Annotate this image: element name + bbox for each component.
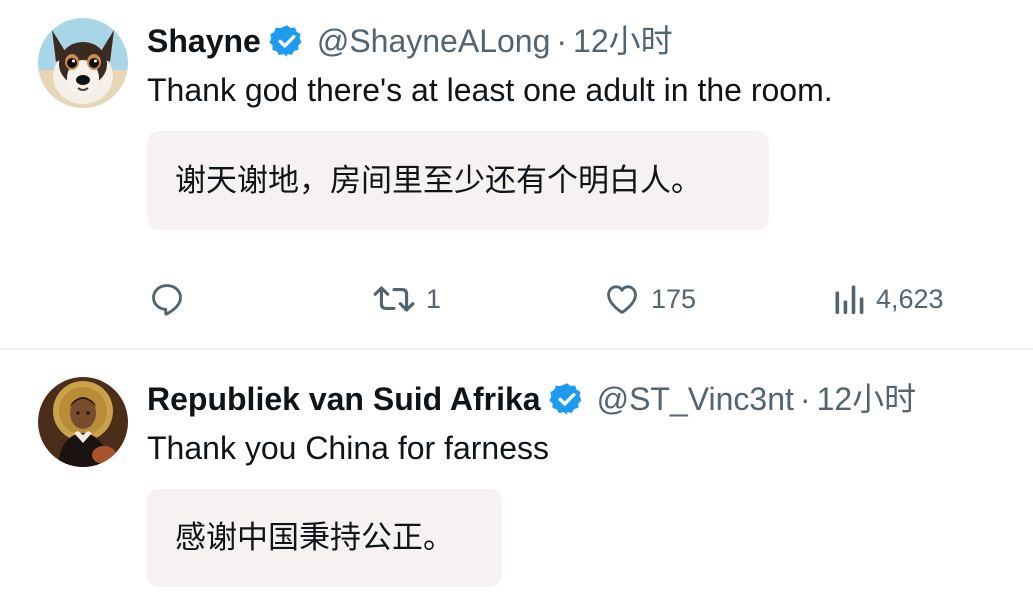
- tweet-header: Republiek van Suid Afrika @ST_Vinc3nt · …: [147, 379, 916, 419]
- reply-icon: [152, 284, 182, 316]
- retweet-button[interactable]: 1: [372, 276, 441, 322]
- user-handle[interactable]: @ST_Vinc3nt: [597, 379, 794, 419]
- like-count: 175: [651, 283, 697, 314]
- tweet-actions: 1 175 4,623: [0, 276, 1033, 322]
- saint-portrait-avatar-image: [38, 377, 128, 467]
- translation-box: 谢天谢地，房间里至少还有个明白人。: [147, 131, 769, 230]
- reply-button[interactable]: [148, 276, 196, 322]
- like-button[interactable]: 175: [603, 276, 696, 322]
- views-bar-chart-icon: [835, 285, 864, 314]
- views-count: 4,623: [876, 283, 944, 314]
- user-handle[interactable]: @ShayneALong: [317, 21, 551, 61]
- display-name[interactable]: Shayne: [147, 21, 261, 61]
- translation-text: 谢天谢地，房间里至少还有个明白人。: [175, 162, 702, 198]
- verified-badge-icon: [548, 381, 585, 417]
- separator-dot: ·: [556, 23, 568, 59]
- translation-box: 感谢中国秉持公正。: [147, 489, 502, 587]
- views-button[interactable]: 4,623: [832, 276, 944, 322]
- dog-avatar-image: [38, 18, 128, 108]
- avatar[interactable]: [38, 18, 128, 108]
- tweet-text: Thank you China for farness: [147, 430, 549, 466]
- tweet[interactable]: Shayne @ShayneALong · 12小时 Thank god the…: [0, 0, 1033, 348]
- timestamp[interactable]: 12小时: [817, 379, 917, 419]
- timestamp[interactable]: 12小时: [573, 21, 673, 61]
- tweet-header: Shayne @ShayneALong · 12小时: [147, 21, 673, 61]
- retweet-count: 1: [426, 283, 442, 314]
- tweet-text: Thank god there's at least one adult in …: [147, 72, 833, 108]
- display-name[interactable]: Republiek van Suid Afrika: [147, 379, 541, 419]
- retweet-icon: [373, 286, 415, 312]
- avatar[interactable]: [38, 377, 128, 467]
- heart-icon: [607, 285, 637, 314]
- translation-text: 感谢中国秉持公正。: [175, 520, 454, 555]
- verified-badge-icon: [269, 23, 305, 59]
- separator-dot: ·: [799, 381, 811, 417]
